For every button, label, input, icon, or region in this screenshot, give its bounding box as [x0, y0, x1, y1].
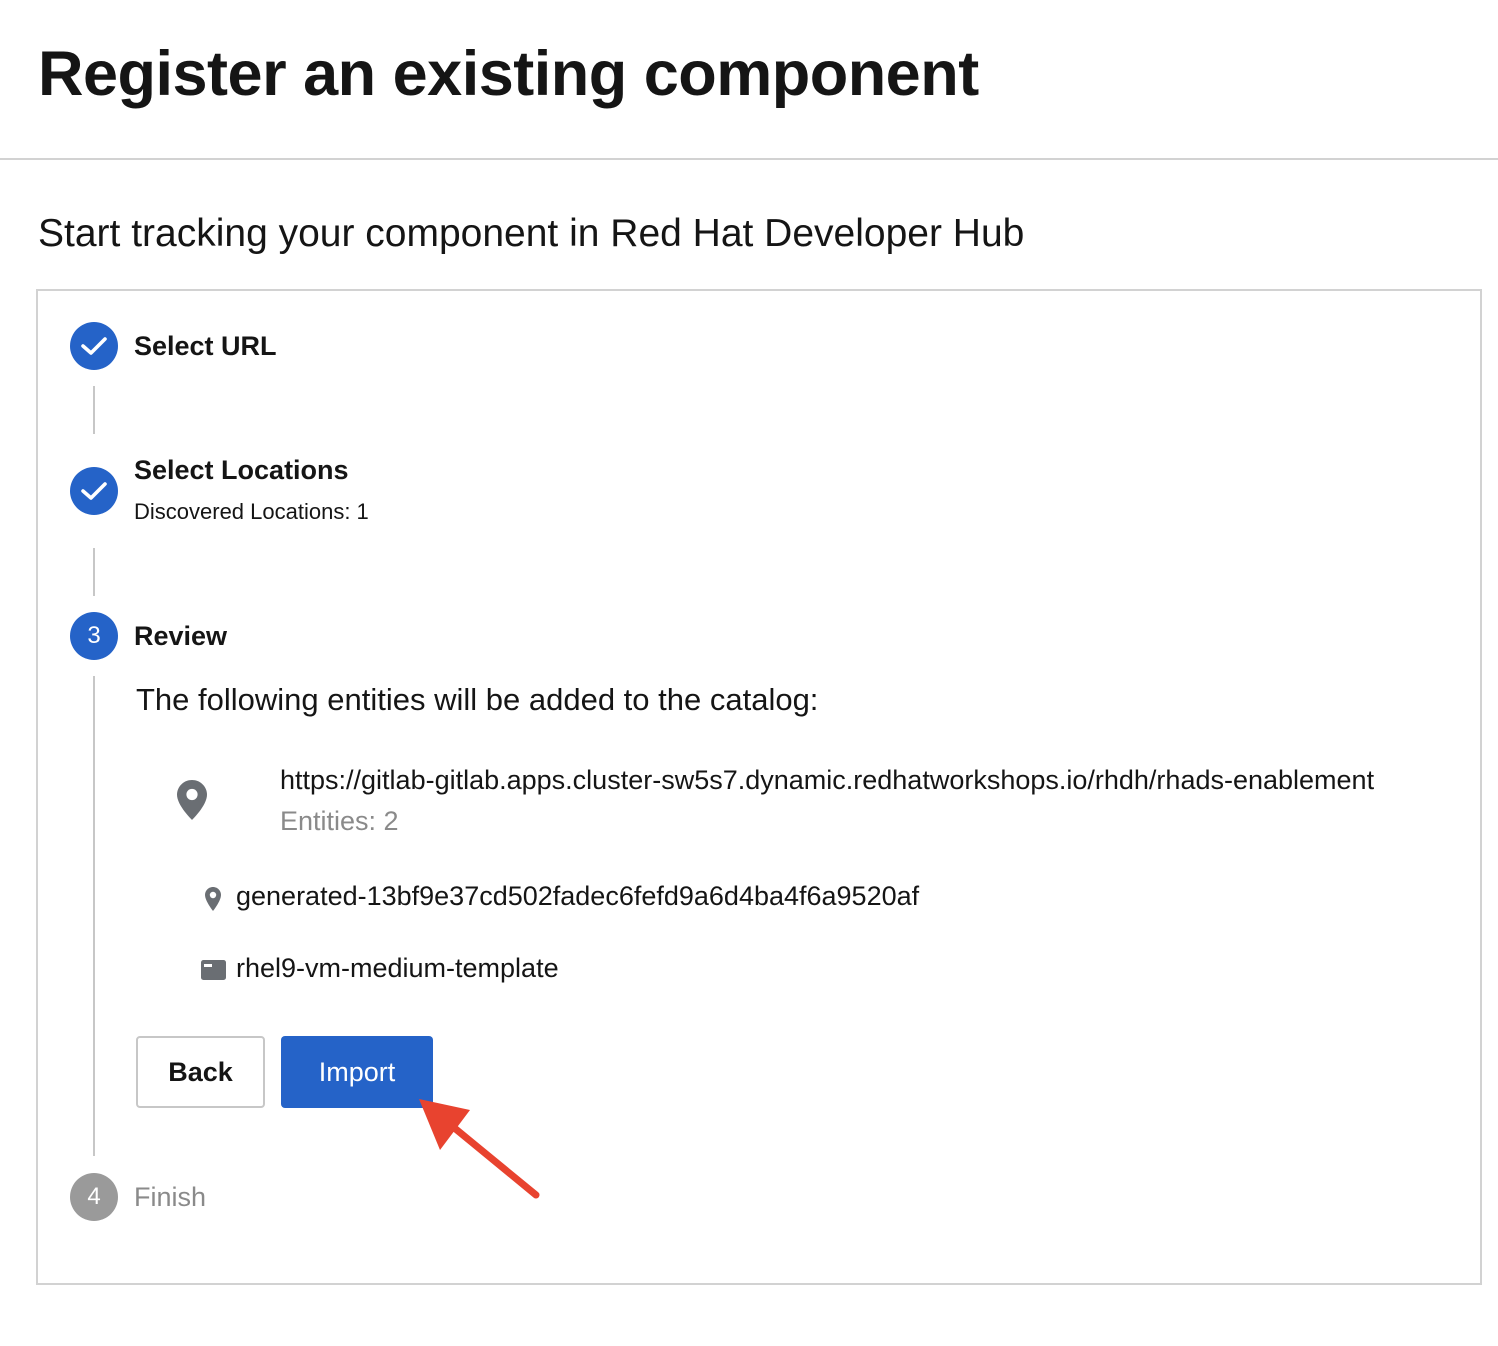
entity-name: generated-13bf9e37cd502fadec6fefd9a6d4ba…	[236, 881, 920, 911]
check-icon	[81, 482, 107, 500]
import-button[interactable]: Import	[281, 1036, 433, 1108]
step-connector	[93, 386, 95, 434]
step-3-label: Review	[134, 621, 228, 651]
step-1-label: Select URL	[134, 331, 277, 361]
step-3-number-icon: 3	[70, 612, 118, 660]
location-entity-count: Entities: 2	[280, 806, 399, 836]
entity-name: rhel9-vm-medium-template	[236, 953, 559, 983]
page: Register an existing component Start tra…	[0, 0, 1498, 1346]
check-icon	[81, 337, 107, 355]
template-icon	[201, 960, 226, 980]
review-intro-text: The following entities will be added to …	[136, 682, 819, 717]
step-2-sublabel: Discovered Locations: 1	[134, 499, 369, 524]
step-4-label: Finish	[134, 1182, 207, 1212]
location-url: https://gitlab-gitlab.apps.cluster-sw5s7…	[280, 765, 1375, 795]
step-1-complete-icon	[70, 322, 118, 370]
location-pin-icon	[177, 780, 207, 820]
step-connector	[93, 676, 95, 1156]
page-title: Register an existing component	[38, 39, 979, 109]
page-subtitle: Start tracking your component in Red Hat…	[38, 212, 1025, 255]
step-2-label: Select Locations	[134, 455, 349, 485]
step-2-complete-icon	[70, 467, 118, 515]
header-divider	[0, 158, 1498, 160]
step-4-number-icon: 4	[70, 1173, 118, 1221]
location-pin-icon	[205, 887, 221, 911]
step-connector	[93, 548, 95, 596]
back-button[interactable]: Back	[136, 1036, 265, 1108]
